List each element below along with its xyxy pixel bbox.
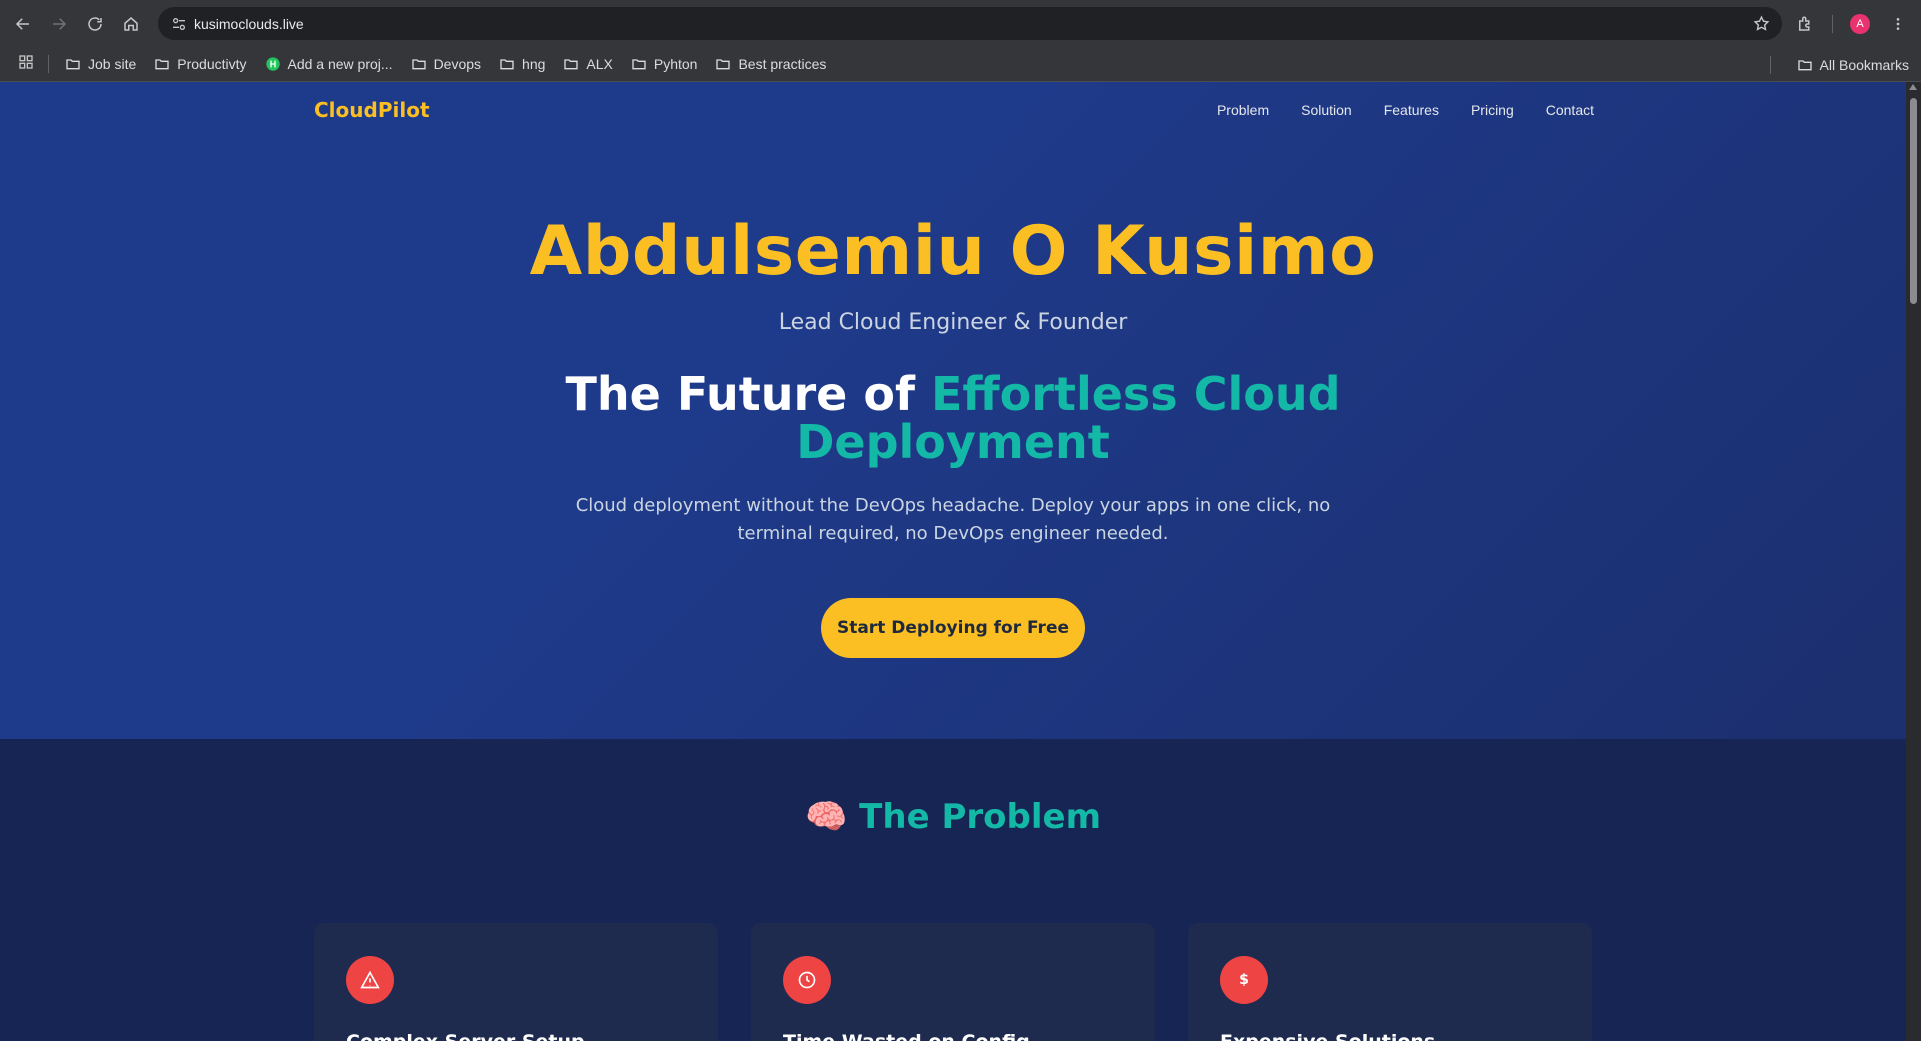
folder-icon — [1797, 59, 1812, 70]
folder-icon — [564, 59, 579, 70]
problem-title: 🧠 The Problem — [0, 797, 1906, 837]
bookmark-item[interactable]: Pyhton — [631, 56, 698, 72]
folder-icon — [716, 59, 731, 70]
bookmark-label: Pyhton — [653, 56, 698, 72]
nav-link-features[interactable]: Features — [1384, 102, 1439, 118]
page-viewport: CloudPilot Problem Solution Features Pricin… — [0, 82, 1921, 1041]
bookmark-label: hng — [522, 56, 546, 72]
folder-icon — [632, 59, 646, 70]
hero-section: CloudPilot Problem Solution Features Pricin… — [0, 82, 1906, 739]
nav-link-contact[interactable]: Contact — [1546, 102, 1594, 118]
hero-name: Abdulsemiu O Kusimo — [529, 212, 1377, 291]
brain-emoji-icon: 🧠 — [804, 797, 848, 837]
folder-icon — [66, 59, 80, 70]
forward-arrow-icon — [53, 17, 67, 30]
site-menu: Problem Solution Features Pricing Contact — [1217, 102, 1594, 118]
hero-tagline: The Future of Effortless Cloud Deploymen… — [553, 370, 1353, 466]
extensions-icon[interactable] — [1788, 15, 1822, 33]
folder-icon — [500, 59, 514, 70]
back-arrow-icon — [15, 17, 29, 30]
all-bookmarks-label: All Bookmarks — [1819, 56, 1909, 73]
bookmark-item[interactable]: Job site — [65, 56, 136, 72]
problem-card-title: Complex Server Setup — [346, 1031, 585, 1041]
bookmark-item[interactable]: Devops — [411, 56, 481, 72]
site-navbar: CloudPilot Problem Solution Features Pricin… — [314, 82, 1594, 138]
warning-icon — [346, 956, 394, 1004]
bookmark-label: Job site — [88, 56, 137, 72]
site-logo[interactable]: CloudPilot — [314, 98, 430, 122]
reload-icon — [88, 16, 102, 31]
profile-button[interactable]: A — [1843, 13, 1877, 34]
nav-link-solution[interactable]: Solution — [1301, 102, 1352, 118]
bookmarks-list: Job site Productivty Add a new proj... Devo… — [65, 56, 844, 72]
start-deploying-button[interactable]: Start Deploying for Free — [821, 598, 1085, 658]
problem-card-title: Expensive Solutions — [1220, 1031, 1435, 1041]
bookmark-item[interactable]: Add a new proj... — [265, 56, 393, 72]
folder-icon — [411, 59, 426, 70]
problem-section: 🧠 The Problem Complex Server Setup Time … — [0, 739, 1906, 1041]
bookmark-item[interactable]: ALX — [563, 56, 613, 72]
problem-card-title: Time Wasted on Config — [783, 1031, 1030, 1041]
page-scrollbar[interactable] — [1906, 82, 1921, 1041]
dollar-icon: $ — [1220, 956, 1268, 1004]
problem-card: $ Expensive Solutions — [1188, 923, 1592, 1041]
hero-description: Cloud deployment without the DevOps head… — [575, 495, 1331, 544]
bookmark-label: Productivty — [177, 56, 247, 72]
menu-kebab-icon[interactable] — [1881, 16, 1915, 32]
problem-title-text: The Problem — [859, 797, 1101, 837]
site-favicon-icon — [265, 57, 280, 71]
tagline-prefix: The Future of — [565, 367, 931, 421]
toolbar-divider — [1832, 14, 1833, 33]
browser-toolbar: kusimoclouds.live A — [0, 0, 1921, 47]
hero-role: Lead Cloud Engineer & Founder — [778, 310, 1128, 335]
reload-button[interactable] — [77, 6, 113, 42]
bookmark-label: ALX — [586, 56, 613, 72]
nav-link-pricing[interactable]: Pricing — [1471, 102, 1514, 118]
address-bar[interactable]: kusimoclouds.live — [158, 7, 1782, 40]
apps-grid-icon[interactable] — [18, 54, 34, 74]
bookmarks-divider — [48, 55, 49, 73]
bookmark-label: Best practices — [738, 56, 827, 72]
bookmark-label: Devops — [433, 56, 482, 72]
bookmark-label: Add a new proj... — [287, 56, 393, 72]
url-text[interactable]: kusimoclouds.live — [194, 16, 304, 32]
nav-link-problem[interactable]: Problem — [1217, 102, 1269, 118]
all-bookmarks-button[interactable]: All Bookmarks — [1797, 47, 1909, 82]
bookmark-item[interactable]: Best practices — [715, 56, 826, 72]
folder-icon — [155, 59, 169, 70]
scrollbar-thumb[interactable] — [1910, 98, 1917, 304]
bookmark-item[interactable]: Productivty — [154, 56, 247, 72]
bookmarks-divider — [1770, 56, 1771, 74]
clock-icon — [783, 956, 831, 1004]
forward-button[interactable] — [41, 6, 77, 42]
problem-card: Time Wasted on Config — [751, 923, 1155, 1041]
back-button[interactable] — [5, 6, 41, 42]
avatar: A — [1850, 13, 1870, 34]
home-button[interactable] — [113, 6, 149, 42]
bookmark-star-icon[interactable] — [1753, 15, 1770, 36]
browser-right-tools: A — [1788, 0, 1921, 47]
bookmarks-bar: Job site Productivty Add a new proj... Devo… — [0, 47, 1921, 82]
problem-card: Complex Server Setup — [314, 923, 718, 1041]
site-info-icon[interactable] — [164, 16, 194, 32]
scroll-up-arrow-icon[interactable] — [1909, 84, 1917, 90]
bookmark-item[interactable]: hng — [499, 56, 545, 72]
home-icon — [124, 16, 138, 31]
